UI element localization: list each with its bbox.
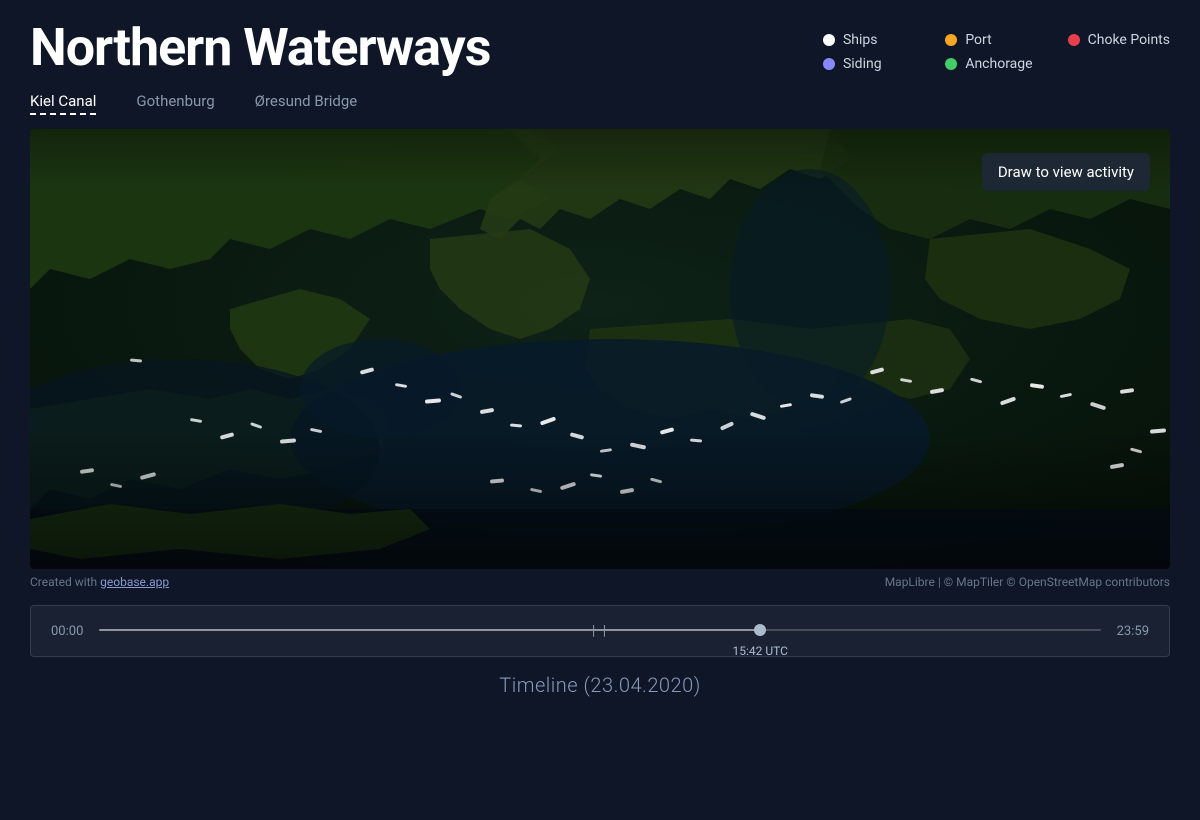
siding-label: Siding [843,56,882,72]
timeline-fill [99,629,760,631]
map-svg [30,129,1170,569]
timeline-current-time: 15:42 UTC [732,644,787,658]
created-with: Created with geobase.app [30,575,169,589]
header: Northern Waterways Kiel Canal Gothenburg… [0,0,1200,115]
siding-dot [823,58,835,70]
timeline-label: Timeline (23.04.2020) [0,673,1200,697]
timeline-pause-button[interactable]: | | [592,623,608,639]
geobase-link[interactable]: geobase.app [100,575,169,589]
choke-points-dot [1068,34,1080,46]
app-title: Northern Waterways [30,22,490,74]
tab-kiel-canal[interactable]: Kiel Canal [30,88,96,115]
tab-oresund-bridge[interactable]: Øresund Bridge [255,88,358,115]
map-footer: Created with geobase.app MapLibre | © Ma… [30,569,1170,595]
legend-item-ships: Ships [823,32,925,48]
anchorage-label: Anchorage [965,56,1032,72]
draw-tooltip: Draw to view activity [982,153,1150,191]
timeline-start-label: 00:00 [51,624,83,639]
choke-points-label: Choke Points [1088,32,1170,48]
nav-tabs: Kiel Canal Gothenburg Øresund Bridge [30,88,490,115]
legend-item-anchorage: Anchorage [945,56,1047,72]
legend: Ships Port Choke Points Siding Anchorage [823,32,1170,72]
timeline-track[interactable]: 15:42 UTC | | [99,629,1100,633]
ships-dot [823,34,835,46]
legend-item-choke-points: Choke Points [1068,32,1170,48]
port-dot [945,34,957,46]
port-label: Port [965,32,991,48]
ships-label: Ships [843,32,878,48]
legend-item-siding: Siding [823,56,925,72]
timeline-thumb[interactable]: 15:42 UTC [754,624,766,636]
title-section: Northern Waterways Kiel Canal Gothenburg… [30,22,490,115]
timeline-container[interactable]: 00:00 15:42 UTC | | 23:59 [30,605,1170,657]
map-container[interactable]: Draw to view activity [30,129,1170,569]
anchorage-dot [945,58,957,70]
legend-item-port: Port [945,32,1047,48]
map-attribution: MapLibre | © MapTiler © OpenStreetMap co… [885,575,1170,589]
timeline-end-label: 23:59 [1117,624,1149,639]
tab-gothenburg[interactable]: Gothenburg [136,88,214,115]
